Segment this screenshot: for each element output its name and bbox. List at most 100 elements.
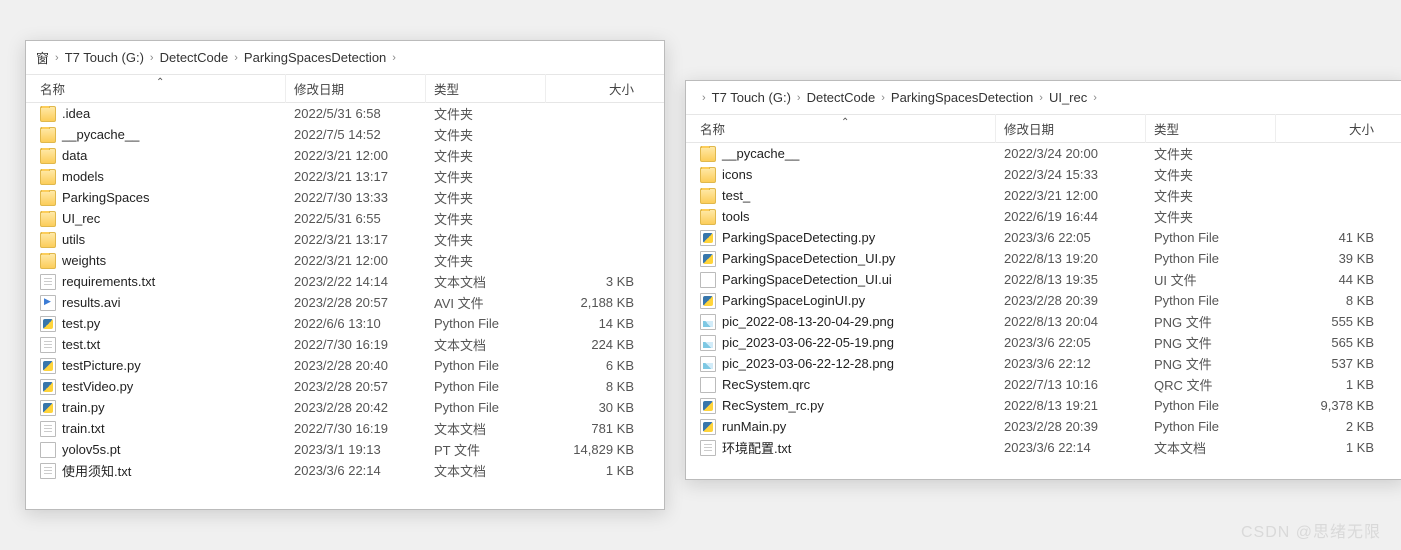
file-date-cell: 2022/5/31 6:58 bbox=[286, 106, 426, 121]
file-name-cell[interactable]: ParkingSpaceDetection_UI.py bbox=[686, 251, 996, 267]
file-row[interactable]: models2022/3/21 13:17文件夹 bbox=[26, 166, 664, 187]
file-row[interactable]: pic_2022-08-13-20-04-29.png2022/8/13 20:… bbox=[686, 311, 1401, 332]
crumb[interactable]: ParkingSpacesDetection bbox=[891, 90, 1033, 105]
header-date[interactable]: 修改日期 bbox=[286, 74, 426, 103]
breadcrumb[interactable]: 窗 › T7 Touch (G:) › DetectCode › Parking… bbox=[26, 41, 664, 75]
file-name-label: test_ bbox=[722, 188, 750, 203]
crumb[interactable]: T7 Touch (G:) bbox=[65, 50, 144, 65]
file-row[interactable]: ParkingSpaces2022/7/30 13:33文件夹 bbox=[26, 187, 664, 208]
file-name-cell[interactable]: data bbox=[26, 148, 286, 164]
file-name-cell[interactable]: icons bbox=[686, 167, 996, 183]
file-name-label: icons bbox=[722, 167, 752, 182]
file-name-cell[interactable]: ParkingSpaceDetecting.py bbox=[686, 230, 996, 246]
file-type-cell: PNG 文件 bbox=[1146, 354, 1276, 373]
file-date-cell: 2022/6/19 16:44 bbox=[996, 209, 1146, 224]
header-size[interactable]: 大小 bbox=[1276, 114, 1401, 143]
crumb[interactable]: DetectCode bbox=[807, 90, 876, 105]
file-name-cell[interactable]: models bbox=[26, 169, 286, 185]
file-name-cell[interactable]: test.py bbox=[26, 316, 286, 332]
file-row[interactable]: RecSystem.qrc2022/7/13 10:16QRC 文件1 KB bbox=[686, 374, 1401, 395]
file-row[interactable]: utils2022/3/21 13:17文件夹 bbox=[26, 229, 664, 250]
file-type-cell: Python File bbox=[1146, 419, 1276, 434]
file-row[interactable]: 环境配置.txt2023/3/6 22:14文本文档1 KB bbox=[686, 437, 1401, 458]
file-name-cell[interactable]: ParkingSpaceLoginUI.py bbox=[686, 293, 996, 309]
file-name-label: testPicture.py bbox=[62, 358, 141, 373]
py-icon bbox=[40, 379, 56, 395]
file-name-cell[interactable]: yolov5s.pt bbox=[26, 442, 286, 458]
file-row[interactable]: train.txt2022/7/30 16:19文本文档781 KB bbox=[26, 418, 664, 439]
file-row[interactable]: RecSystem_rc.py2022/8/13 19:21Python Fil… bbox=[686, 395, 1401, 416]
file-name-cell[interactable]: 环境配置.txt bbox=[686, 438, 996, 457]
file-name-cell[interactable]: results.avi bbox=[26, 295, 286, 311]
file-name-label: train.txt bbox=[62, 421, 105, 436]
file-row[interactable]: pic_2023-03-06-22-12-28.png2023/3/6 22:1… bbox=[686, 353, 1401, 374]
file-name-cell[interactable]: UI_rec bbox=[26, 211, 286, 227]
file-row[interactable]: test.py2022/6/6 13:10Python File14 KB bbox=[26, 313, 664, 334]
file-row[interactable]: tools2022/6/19 16:44文件夹 bbox=[686, 206, 1401, 227]
file-name-cell[interactable]: .idea bbox=[26, 106, 286, 122]
file-row[interactable]: ParkingSpaceDetecting.py2023/3/6 22:05Py… bbox=[686, 227, 1401, 248]
file-name-label: __pycache__ bbox=[722, 146, 799, 161]
file-row[interactable]: runMain.py2023/2/28 20:39Python File2 KB bbox=[686, 416, 1401, 437]
file-name-cell[interactable]: tools bbox=[686, 209, 996, 225]
file-row[interactable]: yolov5s.pt2023/3/1 19:13PT 文件14,829 KB bbox=[26, 439, 664, 460]
header-type[interactable]: 类型 bbox=[1146, 114, 1276, 143]
header-size[interactable]: 大小 bbox=[546, 74, 664, 103]
file-name-cell[interactable]: requirements.txt bbox=[26, 274, 286, 290]
file-row[interactable]: __pycache__2022/3/24 20:00文件夹 bbox=[686, 143, 1401, 164]
file-row[interactable]: test.txt2022/7/30 16:19文本文档224 KB bbox=[26, 334, 664, 355]
file-name-cell[interactable]: pic_2022-08-13-20-04-29.png bbox=[686, 314, 996, 330]
file-row[interactable]: data2022/3/21 12:00文件夹 bbox=[26, 145, 664, 166]
file-name-cell[interactable]: RecSystem_rc.py bbox=[686, 398, 996, 414]
file-name-cell[interactable]: __pycache__ bbox=[26, 127, 286, 143]
generic-icon bbox=[700, 272, 716, 288]
breadcrumb[interactable]: › T7 Touch (G:) › DetectCode › ParkingSp… bbox=[686, 81, 1401, 115]
file-name-cell[interactable]: testPicture.py bbox=[26, 358, 286, 374]
header-type[interactable]: 类型 bbox=[426, 74, 546, 103]
file-name-cell[interactable]: pic_2023-03-06-22-05-19.png bbox=[686, 335, 996, 351]
file-name-label: test.txt bbox=[62, 337, 100, 352]
file-name-cell[interactable]: train.py bbox=[26, 400, 286, 416]
crumb[interactable]: DetectCode bbox=[160, 50, 229, 65]
file-name-cell[interactable]: test.txt bbox=[26, 337, 286, 353]
crumb[interactable]: T7 Touch (G:) bbox=[712, 90, 791, 105]
file-name-cell[interactable]: weights bbox=[26, 253, 286, 269]
crumb[interactable]: 窗 bbox=[36, 48, 49, 67]
file-type-cell: Python File bbox=[426, 379, 546, 394]
file-row[interactable]: 使用须知.txt2023/3/6 22:14文本文档1 KB bbox=[26, 460, 664, 481]
file-row[interactable]: ParkingSpaceDetection_UI.py2022/8/13 19:… bbox=[686, 248, 1401, 269]
folder-icon bbox=[40, 253, 56, 269]
file-name-cell[interactable]: utils bbox=[26, 232, 286, 248]
generic-icon bbox=[40, 442, 56, 458]
crumb[interactable]: ParkingSpacesDetection bbox=[244, 50, 386, 65]
file-row[interactable]: test_2022/3/21 12:00文件夹 bbox=[686, 185, 1401, 206]
file-name-cell[interactable]: train.txt bbox=[26, 421, 286, 437]
file-size-cell: 44 KB bbox=[1276, 272, 1401, 287]
file-row[interactable]: ParkingSpaceLoginUI.py2023/2/28 20:39Pyt… bbox=[686, 290, 1401, 311]
header-date[interactable]: 修改日期 bbox=[996, 114, 1146, 143]
file-row[interactable]: .idea2022/5/31 6:58文件夹 bbox=[26, 103, 664, 124]
file-row[interactable]: testPicture.py2023/2/28 20:40Python File… bbox=[26, 355, 664, 376]
file-row[interactable]: icons2022/3/24 15:33文件夹 bbox=[686, 164, 1401, 185]
txt-icon bbox=[40, 337, 56, 353]
file-name-cell[interactable]: testVideo.py bbox=[26, 379, 286, 395]
file-row[interactable]: requirements.txt2023/2/22 14:14文本文档3 KB bbox=[26, 271, 664, 292]
file-row[interactable]: pic_2023-03-06-22-05-19.png2023/3/6 22:0… bbox=[686, 332, 1401, 353]
crumb[interactable]: UI_rec bbox=[1049, 90, 1087, 105]
file-name-label: ParkingSpaceLoginUI.py bbox=[722, 293, 865, 308]
file-name-cell[interactable]: ParkingSpaces bbox=[26, 190, 286, 206]
file-name-cell[interactable]: ParkingSpaceDetection_UI.ui bbox=[686, 272, 996, 288]
file-name-cell[interactable]: runMain.py bbox=[686, 419, 996, 435]
file-row[interactable]: ParkingSpaceDetection_UI.ui2022/8/13 19:… bbox=[686, 269, 1401, 290]
file-row[interactable]: UI_rec2022/5/31 6:55文件夹 bbox=[26, 208, 664, 229]
file-name-cell[interactable]: RecSystem.qrc bbox=[686, 377, 996, 393]
file-name-cell[interactable]: __pycache__ bbox=[686, 146, 996, 162]
file-row[interactable]: weights2022/3/21 12:00文件夹 bbox=[26, 250, 664, 271]
file-name-cell[interactable]: 使用须知.txt bbox=[26, 461, 286, 480]
file-row[interactable]: results.avi2023/2/28 20:57AVI 文件2,188 KB bbox=[26, 292, 664, 313]
file-row[interactable]: train.py2023/2/28 20:42Python File30 KB bbox=[26, 397, 664, 418]
file-name-cell[interactable]: test_ bbox=[686, 188, 996, 204]
file-row[interactable]: testVideo.py2023/2/28 20:57Python File8 … bbox=[26, 376, 664, 397]
file-row[interactable]: __pycache__2022/7/5 14:52文件夹 bbox=[26, 124, 664, 145]
file-name-cell[interactable]: pic_2023-03-06-22-12-28.png bbox=[686, 356, 996, 372]
